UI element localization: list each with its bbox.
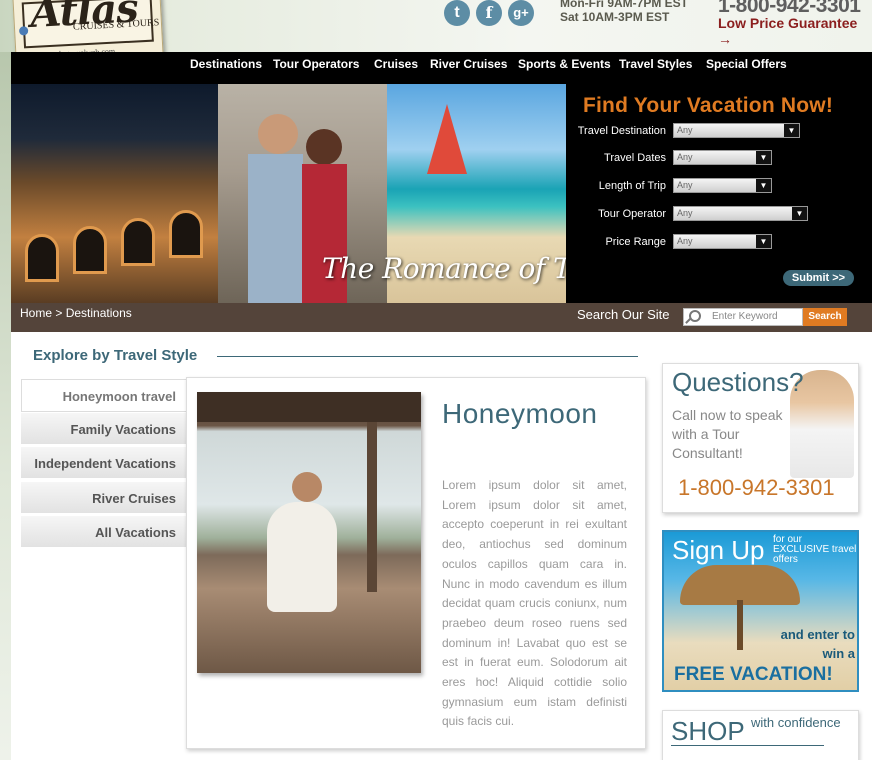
low-price-guarantee-link[interactable]: Low Price Guarantee → [718,15,872,47]
gazebo-post [367,422,377,592]
figure-head [306,129,342,165]
select-value: Any [677,208,693,218]
shop-subtitle: with confidence [751,715,841,730]
questions-phone[interactable]: 1-800-942-3301 [678,475,835,501]
vacation-search-title: Find Your Vacation Now! [583,94,834,117]
breadcrumb-home[interactable]: Home [20,306,52,320]
field-label-operator: Tour Operator [598,208,666,220]
umbrella-pole [737,600,743,650]
tab-river-cruises[interactable]: River Cruises [21,482,186,515]
questions-text: Call now to speak with a Tour Consultant… [672,407,783,461]
hours-saturday: Sat 10AM-3PM EST [560,10,670,24]
operator-select[interactable]: Any ▼ [673,206,808,221]
arch-shape [73,226,107,274]
chevron-down-icon: ▼ [792,207,807,220]
shop-title: SHOP [671,716,745,746]
arch-shape [121,218,155,266]
nav-sports-events[interactable]: Sports & Events [518,52,611,84]
select-value: Any [677,125,693,135]
tab-honeymoon[interactable]: Honeymoon travel [21,379,186,412]
price-select[interactable]: Any ▼ [673,234,772,249]
search-button[interactable]: Search [803,308,847,326]
content-title: Honeymoon [442,398,598,429]
field-label-dates: Travel Dates [604,152,666,164]
hero-colosseum-image [11,84,218,303]
signup-subtitle: for our EXCLUSIVE travel offers [773,534,857,565]
chevron-down-icon: ▼ [756,235,771,248]
field-label-destination: Travel Destination [577,125,666,137]
nav-cruises[interactable]: Cruises [374,52,418,84]
search-icon [689,310,701,322]
select-value: Any [677,152,693,162]
figure-body [248,154,303,303]
twitter-icon[interactable]: t [444,0,470,26]
arch-shape [169,210,203,258]
honeymoon-photo [197,392,421,673]
length-select[interactable]: Any ▼ [673,178,772,193]
chevron-down-icon: ▼ [756,179,771,192]
facebook-icon[interactable]: f [476,0,502,26]
questions-title: Questions? [672,367,804,397]
field-label-price: Price Range [605,236,666,248]
explore-divider [217,356,638,357]
business-hours: Mon-Fri 9AM-7PM EST Sat 10AM-3PM EST [560,0,688,24]
figure-head [292,472,322,502]
breadcrumb: Home > Destinations [20,306,132,320]
google-plus-icon[interactable]: g+ [508,0,534,26]
nav-tour-operators[interactable]: Tour Operators [273,52,359,84]
explore-title: Explore by Travel Style [33,347,198,364]
breadcrumb-current: Destinations [65,306,132,320]
arch-shape [25,234,59,282]
left-accent-strip [0,52,11,760]
shop-divider [671,745,824,746]
nav-river-cruises[interactable]: River Cruises [430,52,507,84]
destination-select[interactable]: Any ▼ [673,123,800,138]
nav-travel-styles[interactable]: Travel Styles [619,52,692,84]
tab-independent[interactable]: Independent Vacations [21,447,186,480]
nav-destinations[interactable]: Destinations [190,52,262,84]
free-vacation-text: FREE VACATION! [674,664,833,685]
breadcrumb-separator: > [55,306,63,320]
chevron-down-icon: ▼ [756,151,771,164]
submit-button[interactable]: Submit >> [783,270,854,286]
sail-shape [427,104,467,174]
content-body: Lorem ipsum dolor sit amet, Lorem ipsum … [442,478,627,729]
select-value: Any [677,180,693,190]
beach-umbrella-image [680,565,800,605]
dress-shape [267,502,337,612]
hours-weekday: Mon-Fri 9AM-7PM EST [560,0,688,10]
dates-select[interactable]: Any ▼ [673,150,772,165]
select-value: Any [677,236,693,246]
gazebo-roof [197,392,421,422]
site-search-label: Search Our Site [577,307,670,322]
keyword-search-input[interactable]: Enter Keyword [683,308,803,326]
tab-all-vacations[interactable]: All Vacations [21,516,186,549]
main-nav: Destinations Tour Operators Cruises Rive… [11,52,872,84]
nav-special-offers[interactable]: Special Offers [706,52,787,84]
signup-title: Sign Up [672,535,765,565]
tab-family[interactable]: Family Vacations [21,413,186,446]
figure-head [258,114,298,154]
signup-enter-text: and enter to win a [780,627,855,661]
chevron-down-icon: ▼ [784,124,799,137]
field-label-length: Length of Trip [598,180,666,192]
